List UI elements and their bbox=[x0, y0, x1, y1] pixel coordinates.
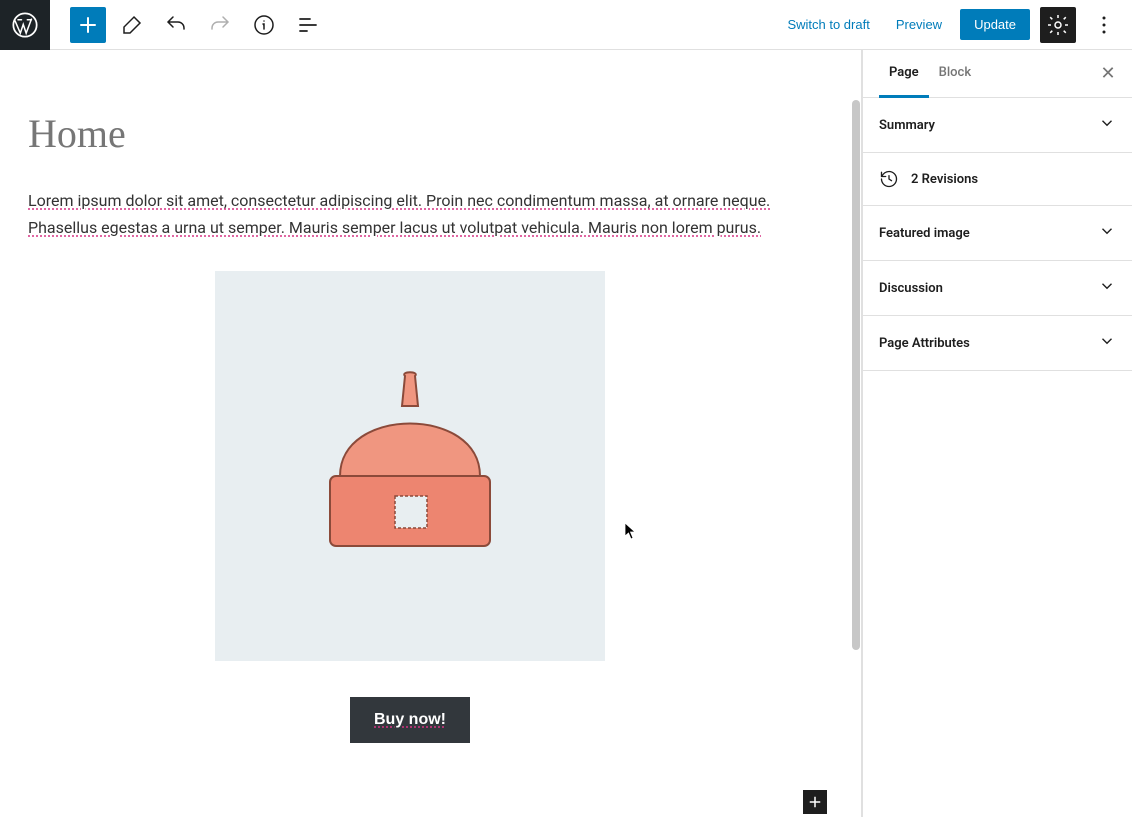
update-button[interactable]: Update bbox=[960, 9, 1030, 40]
wordpress-logo[interactable] bbox=[0, 0, 50, 50]
panel-discussion-label: Discussion bbox=[879, 281, 943, 296]
toolbar-left bbox=[0, 0, 326, 50]
close-sidebar-button[interactable]: ✕ bbox=[1092, 58, 1124, 90]
panel-summary-label: Summary bbox=[879, 118, 935, 133]
add-block-button[interactable] bbox=[70, 7, 106, 43]
add-block-fab[interactable] bbox=[803, 790, 827, 814]
switch-to-draft-button[interactable]: Switch to draft bbox=[779, 11, 877, 38]
chevron-down-icon bbox=[1098, 332, 1116, 354]
buy-now-button[interactable]: Buy now! bbox=[350, 697, 470, 743]
panel-featured-image-label: Featured image bbox=[879, 226, 970, 241]
details-button[interactable] bbox=[246, 7, 282, 43]
panel-page-attributes-label: Page Attributes bbox=[879, 336, 970, 351]
preview-button[interactable]: Preview bbox=[888, 11, 950, 38]
tab-page[interactable]: Page bbox=[879, 50, 929, 98]
scrollbar[interactable] bbox=[851, 50, 861, 817]
panel-summary[interactable]: Summary bbox=[863, 98, 1132, 153]
panel-page-attributes[interactable]: Page Attributes bbox=[863, 316, 1132, 371]
top-toolbar: Switch to draft Preview Update bbox=[0, 0, 1132, 50]
image-block[interactable] bbox=[215, 271, 605, 661]
chevron-down-icon bbox=[1098, 277, 1116, 299]
tab-block[interactable]: Block bbox=[929, 50, 981, 98]
redo-button[interactable] bbox=[202, 7, 238, 43]
revisions-label: 2 Revisions bbox=[911, 172, 978, 187]
undo-button[interactable] bbox=[158, 7, 194, 43]
panel-revisions[interactable]: 2 Revisions bbox=[863, 153, 1132, 206]
beanie-illustration bbox=[310, 356, 510, 576]
editor-canvas[interactable]: Home Lorem ipsum dolor sit amet, consect… bbox=[0, 50, 862, 817]
paragraph-block[interactable]: Lorem ipsum dolor sit amet, consectetur … bbox=[28, 187, 792, 241]
page-title[interactable]: Home bbox=[28, 110, 792, 157]
toolbar-right: Switch to draft Preview Update bbox=[779, 7, 1122, 43]
options-button[interactable] bbox=[1086, 7, 1122, 43]
panel-discussion[interactable]: Discussion bbox=[863, 261, 1132, 316]
chevron-down-icon bbox=[1098, 222, 1116, 244]
settings-sidebar: Page Block ✕ Summary 2 Revisions Feature… bbox=[862, 50, 1132, 817]
history-icon bbox=[879, 169, 899, 189]
settings-button[interactable] bbox=[1040, 7, 1076, 43]
outline-button[interactable] bbox=[290, 7, 326, 43]
sidebar-tabs: Page Block ✕ bbox=[863, 50, 1132, 98]
edit-tools-button[interactable] bbox=[114, 7, 150, 43]
chevron-down-icon bbox=[1098, 114, 1116, 136]
panel-featured-image[interactable]: Featured image bbox=[863, 206, 1132, 261]
